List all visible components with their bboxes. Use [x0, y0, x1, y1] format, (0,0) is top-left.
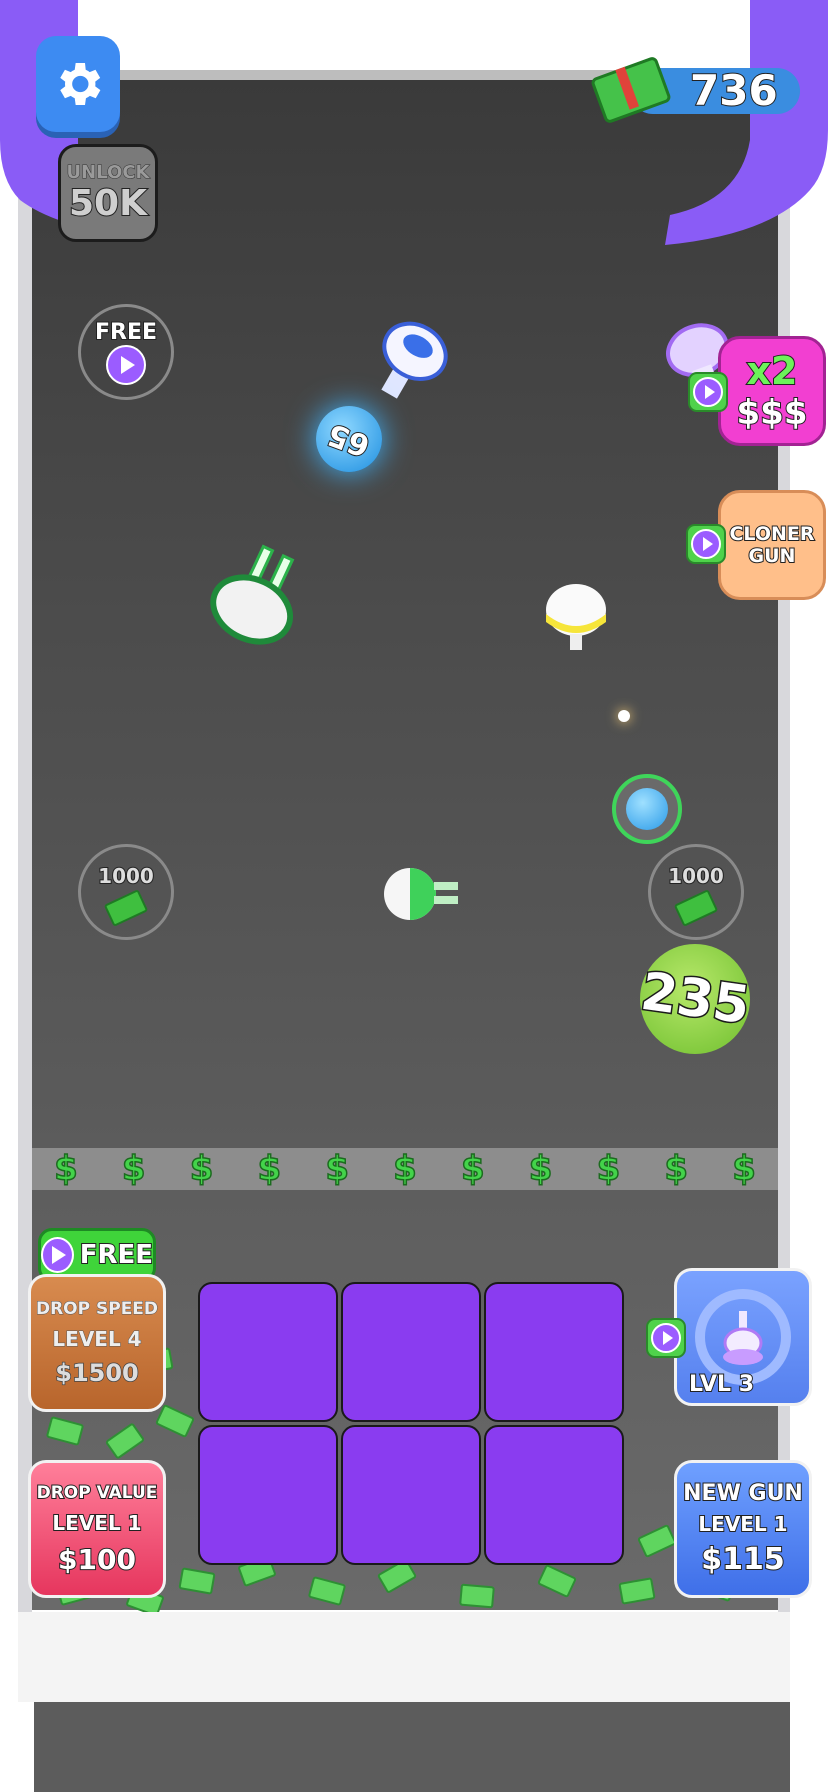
x2-video-icon[interactable] — [688, 372, 728, 412]
x2-label: x2 — [746, 348, 799, 394]
unlock-label: UNLOCK — [66, 162, 150, 184]
free-upgrade-label: FREE — [79, 1239, 154, 1271]
cloner-gun-button[interactable]: CLONER GUN — [718, 490, 826, 600]
orb-cooldown — [612, 774, 682, 844]
blue-ball: 65 — [316, 406, 382, 472]
drop-value-price: $100 — [57, 1542, 137, 1577]
reward-right-value: 1000 — [667, 863, 725, 889]
drop-speed-button[interactable]: DROP SPEED LEVEL 4 $1500 — [28, 1274, 166, 1412]
cloner-line2: GUN — [748, 544, 797, 568]
merge-grid — [198, 1282, 630, 1572]
new-gun-title: NEW GUN — [682, 1480, 804, 1507]
play-icon — [693, 377, 723, 407]
cash-amount: 736 — [689, 65, 779, 116]
x2-sub: $$$ — [736, 392, 809, 434]
dollar-sign: $ — [121, 1148, 146, 1190]
green-ball: 235 — [636, 944, 755, 1054]
play-icon — [41, 1237, 74, 1273]
grid-cell[interactable] — [341, 1282, 481, 1422]
purple-gun-icon — [723, 1311, 763, 1365]
grid-cell[interactable] — [484, 1425, 624, 1565]
dollar-sign: $ — [731, 1148, 756, 1190]
white-green-turret — [384, 868, 458, 920]
bottom-strip — [18, 1612, 790, 1702]
drop-speed-title: DROP SPEED — [35, 1299, 159, 1320]
dollar-sign: $ — [460, 1148, 485, 1190]
gun-slot-level: LVL 3 — [688, 1371, 755, 1398]
cash-icon — [673, 889, 719, 927]
free-video-button[interactable]: FREE — [78, 304, 174, 400]
blue-turret — [381, 321, 448, 399]
x2-money-button[interactable]: x2 $$$ — [718, 336, 826, 446]
dollar-sign: $ — [325, 1148, 350, 1190]
unlock-button[interactable]: UNLOCK 50K — [58, 144, 158, 242]
cloner-video-icon[interactable] — [686, 524, 726, 564]
grid-cell[interactable] — [198, 1282, 338, 1422]
bottom-panel — [34, 1702, 790, 1792]
yellow-turret — [546, 584, 606, 650]
gear-icon — [60, 63, 101, 105]
green-turret — [210, 544, 295, 645]
blue-ball-value: 65 — [322, 414, 375, 463]
dollar-sign: $ — [528, 1148, 553, 1190]
dollar-sign: $ — [53, 1148, 78, 1190]
free-label: FREE — [94, 319, 158, 346]
dollar-sign: $ — [596, 1148, 621, 1190]
grid-cell[interactable] — [198, 1425, 338, 1565]
drop-value-title: DROP VALUE — [36, 1482, 159, 1504]
new-gun-level: LEVEL 1 — [697, 1511, 788, 1537]
new-gun-button[interactable]: NEW GUN LEVEL 1 $115 — [674, 1460, 812, 1598]
dollar-sign: $ — [189, 1148, 214, 1190]
cloner-line1: CLONER — [728, 522, 815, 546]
drop-speed-level: LEVEL 4 — [52, 1327, 142, 1352]
dollar-strip: $ $ $ $ $ $ $ $ $ $ $ — [32, 1148, 778, 1190]
reward-right-button[interactable]: 1000 — [648, 844, 744, 940]
gun-slot-ring — [695, 1289, 791, 1385]
gun-slot-video-icon[interactable] — [646, 1318, 686, 1358]
cash-icon — [103, 889, 149, 927]
reward-left-value: 1000 — [97, 863, 155, 889]
drop-value-button[interactable]: DROP VALUE LEVEL 1 $100 — [28, 1460, 166, 1598]
spark — [618, 710, 630, 722]
play-icon — [691, 529, 721, 559]
dollar-sign: $ — [392, 1148, 417, 1190]
green-ball-value: 235 — [636, 960, 755, 1038]
gun-slot-button[interactable]: LVL 3 — [674, 1268, 812, 1406]
grid-cell[interactable] — [484, 1282, 624, 1422]
dollar-sign: $ — [257, 1148, 282, 1190]
play-icon — [106, 344, 146, 385]
drop-speed-price: $1500 — [55, 1358, 140, 1388]
dollar-sign: $ — [664, 1148, 689, 1190]
reward-left-button[interactable]: 1000 — [78, 844, 174, 940]
new-gun-price: $115 — [700, 1541, 785, 1578]
unlock-value: 50K — [68, 182, 148, 225]
settings-button[interactable] — [36, 36, 120, 132]
drop-value-level: LEVEL 1 — [51, 1510, 142, 1536]
play-icon — [651, 1323, 681, 1353]
grid-cell[interactable] — [341, 1425, 481, 1565]
